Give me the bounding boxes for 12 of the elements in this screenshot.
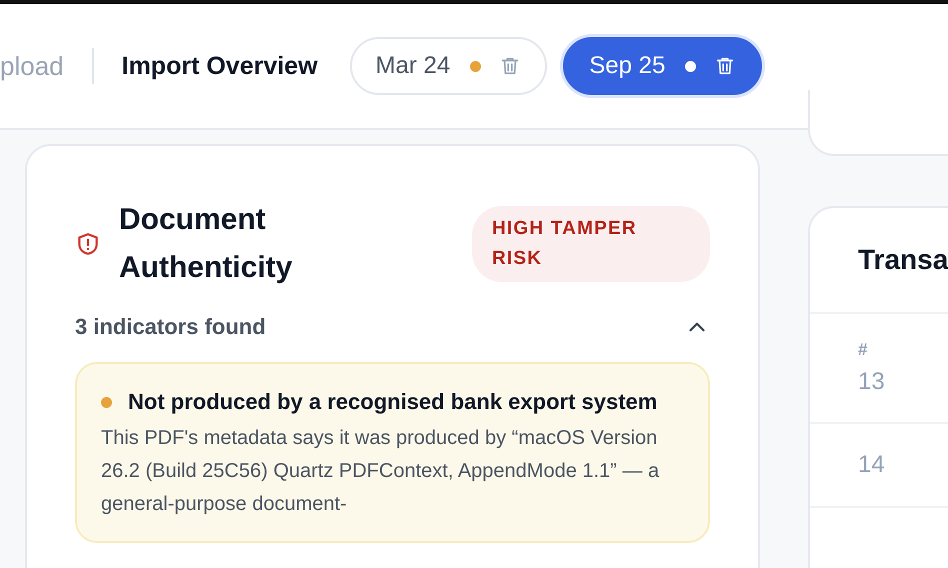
card-title: Document Authenticity	[119, 202, 294, 286]
indicator-title: Not produced by a recognised bank export system	[128, 388, 658, 416]
card-title: Transa	[858, 244, 948, 276]
indicator-description: This PDF's metadata says it was produced by “macOS Version 26.2 (Build 25C56) Quartz PDFContext, AppendMode 1.1” — a general-purpose document-	[101, 426, 660, 517]
table-cell: 14	[858, 451, 885, 479]
indicator-count: 3 indicators found	[75, 314, 266, 340]
period-tab[interactable]: Mar 24	[350, 37, 548, 95]
table-cell: 13	[858, 368, 885, 396]
breadcrumb-link[interactable]: Import Overview	[122, 52, 318, 80]
risk-badge: HIGH TAMPER RISK	[472, 206, 710, 282]
period-tab[interactable]: Sep 25	[563, 37, 762, 95]
column-header: #	[858, 340, 868, 359]
